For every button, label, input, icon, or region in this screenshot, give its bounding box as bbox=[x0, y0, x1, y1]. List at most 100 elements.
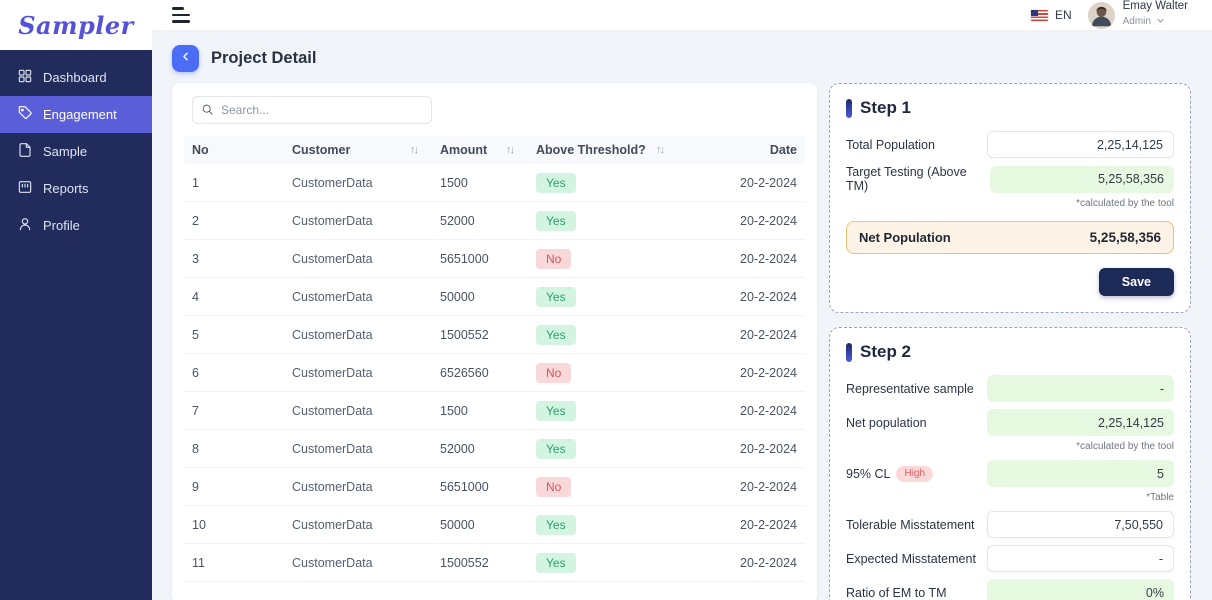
row-amount: 1500552 bbox=[440, 555, 489, 570]
row-customer: CustomerData bbox=[292, 479, 373, 494]
row-date: 20-2-2024 bbox=[740, 365, 797, 380]
engagement-icon bbox=[17, 105, 33, 124]
sort-icon[interactable]: ↑↓ bbox=[506, 144, 536, 156]
row-no: 4 bbox=[192, 289, 199, 304]
table-row: 11 CustomerData 1500552 Yes 20-2-2024 bbox=[184, 544, 805, 582]
table-row: 1 CustomerData 1500 Yes 20-2-2024 bbox=[184, 164, 805, 202]
table-row: 6 CustomerData 6526560 No 20-2-2024 bbox=[184, 354, 805, 392]
threshold-badge: No bbox=[536, 476, 572, 497]
table-header: No Customer ↑↓ Amount ↑↓ Above Threshold… bbox=[184, 136, 805, 164]
row-date: 20-2-2024 bbox=[740, 403, 797, 418]
sidebar-item-label: Profile bbox=[43, 218, 80, 233]
sidebar-nav: Dashboard Engagement Sample Reports Prof… bbox=[0, 50, 152, 600]
row-amount: 1500552 bbox=[440, 327, 489, 342]
cl-value: 5 bbox=[987, 460, 1174, 487]
row-customer: CustomerData bbox=[292, 175, 373, 190]
row-no: 6 bbox=[192, 365, 199, 380]
back-button[interactable] bbox=[172, 44, 199, 72]
row-customer: CustomerData bbox=[292, 441, 373, 456]
column-header-no: No bbox=[192, 143, 209, 157]
representative-sample-value: - bbox=[987, 375, 1174, 402]
sort-icon[interactable]: ↑↓ bbox=[410, 144, 440, 156]
table-row: 4 CustomerData 50000 Yes 20-2-2024 bbox=[184, 278, 805, 316]
row-date: 20-2-2024 bbox=[740, 327, 797, 342]
chevron-down-icon bbox=[1156, 12, 1165, 30]
user-name: Emay Walter bbox=[1122, 0, 1188, 12]
table-row: 9 CustomerData 5651000 No 20-2-2024 bbox=[184, 468, 805, 506]
table-note: *Table bbox=[1146, 492, 1174, 503]
language-code: EN bbox=[1054, 8, 1072, 22]
profile-icon bbox=[17, 216, 33, 235]
net-population-box: Net Population 5,25,58,356 bbox=[846, 221, 1174, 254]
row-amount: 1500 bbox=[440, 403, 468, 418]
row-date: 20-2-2024 bbox=[740, 289, 797, 304]
search-input[interactable] bbox=[192, 96, 432, 124]
table-row: 10 CustomerData 50000 Yes 20-2-2024 bbox=[184, 506, 805, 544]
target-testing-label: Target Testing (Above TM) bbox=[846, 165, 967, 193]
row-customer: CustomerData bbox=[292, 365, 373, 380]
threshold-badge: Yes bbox=[536, 210, 576, 231]
step2-title: Step 2 bbox=[860, 342, 912, 361]
column-header-amount: Amount bbox=[440, 143, 488, 157]
row-no: 2 bbox=[192, 213, 199, 228]
sample-icon bbox=[17, 142, 33, 161]
row-amount: 52000 bbox=[440, 441, 475, 456]
row-amount: 5651000 bbox=[440, 479, 489, 494]
net-population-value: 5,25,58,356 bbox=[1089, 230, 1161, 245]
step-marker bbox=[846, 342, 852, 362]
sort-icon[interactable]: ↑↓ bbox=[656, 144, 686, 156]
save-button[interactable]: Save bbox=[1098, 268, 1174, 296]
row-date: 20-2-2024 bbox=[740, 517, 797, 532]
threshold-badge: Yes bbox=[536, 286, 576, 307]
row-date: 20-2-2024 bbox=[740, 479, 797, 494]
row-date: 20-2-2024 bbox=[740, 251, 797, 266]
sidebar-item-profile[interactable]: Profile bbox=[0, 207, 152, 244]
representative-sample-label: Representative sample bbox=[846, 381, 974, 396]
table-row: 2 CustomerData 52000 Yes 20-2-2024 bbox=[184, 202, 805, 240]
row-no: 1 bbox=[192, 175, 199, 190]
ratio-em-tm-label: Ratio of EM to TM bbox=[846, 585, 947, 600]
page-title: Project Detail bbox=[211, 48, 317, 67]
sidebar: Sampler Dashboard Engagement Sample Repo… bbox=[0, 0, 152, 600]
column-header-customer: Customer bbox=[292, 143, 351, 157]
user-menu[interactable]: Emay Walter Admin bbox=[1087, 0, 1188, 30]
language-selector[interactable]: EN bbox=[1030, 8, 1072, 22]
column-header-date: Date bbox=[769, 143, 797, 157]
us-flag-icon bbox=[1030, 9, 1048, 21]
net-population-label: Net population bbox=[846, 415, 927, 430]
row-amount: 6526560 bbox=[440, 365, 489, 380]
total-population-input[interactable] bbox=[987, 131, 1174, 158]
row-customer: CustomerData bbox=[292, 403, 373, 418]
row-date: 20-2-2024 bbox=[740, 175, 797, 190]
menu-toggle-icon[interactable] bbox=[172, 7, 190, 23]
expected-misstatement-input[interactable] bbox=[987, 545, 1174, 572]
step2-card: Step 2 Representative sample - Net popul… bbox=[829, 327, 1191, 600]
tolerable-misstatement-input[interactable] bbox=[987, 511, 1174, 538]
row-no: 11 bbox=[192, 555, 205, 570]
row-customer: CustomerData bbox=[292, 327, 373, 342]
total-population-label: Total Population bbox=[846, 137, 935, 152]
table-row: 3 CustomerData 5651000 No 20-2-2024 bbox=[184, 240, 805, 278]
sidebar-item-reports[interactable]: Reports bbox=[0, 170, 152, 207]
net-population-label: Net Population bbox=[859, 230, 951, 245]
threshold-badge: No bbox=[536, 362, 572, 383]
step1-card: Step 1 Total Population Target Testing (… bbox=[829, 83, 1191, 313]
row-date: 20-2-2024 bbox=[740, 213, 797, 228]
threshold-badge: No bbox=[536, 248, 572, 269]
row-no: 9 bbox=[192, 479, 199, 494]
expected-misstatement-label: Expected Misstatement bbox=[846, 551, 976, 566]
row-date: 20-2-2024 bbox=[740, 441, 797, 456]
step1-title: Step 1 bbox=[860, 98, 912, 117]
sidebar-item-label: Reports bbox=[43, 181, 89, 196]
chevron-left-icon bbox=[179, 50, 192, 66]
sidebar-item-engagement[interactable]: Engagement bbox=[0, 96, 152, 133]
row-amount: 5651000 bbox=[440, 251, 489, 266]
row-customer: CustomerData bbox=[292, 213, 373, 228]
threshold-badge: Yes bbox=[536, 552, 576, 573]
sidebar-item-sample[interactable]: Sample bbox=[0, 133, 152, 170]
sidebar-item-dashboard[interactable]: Dashboard bbox=[0, 59, 152, 96]
row-no: 3 bbox=[192, 251, 199, 266]
topbar: EN Emay Walter Admin bbox=[152, 0, 1212, 31]
step-marker bbox=[846, 98, 852, 118]
table-row: 5 CustomerData 1500552 Yes 20-2-2024 bbox=[184, 316, 805, 354]
